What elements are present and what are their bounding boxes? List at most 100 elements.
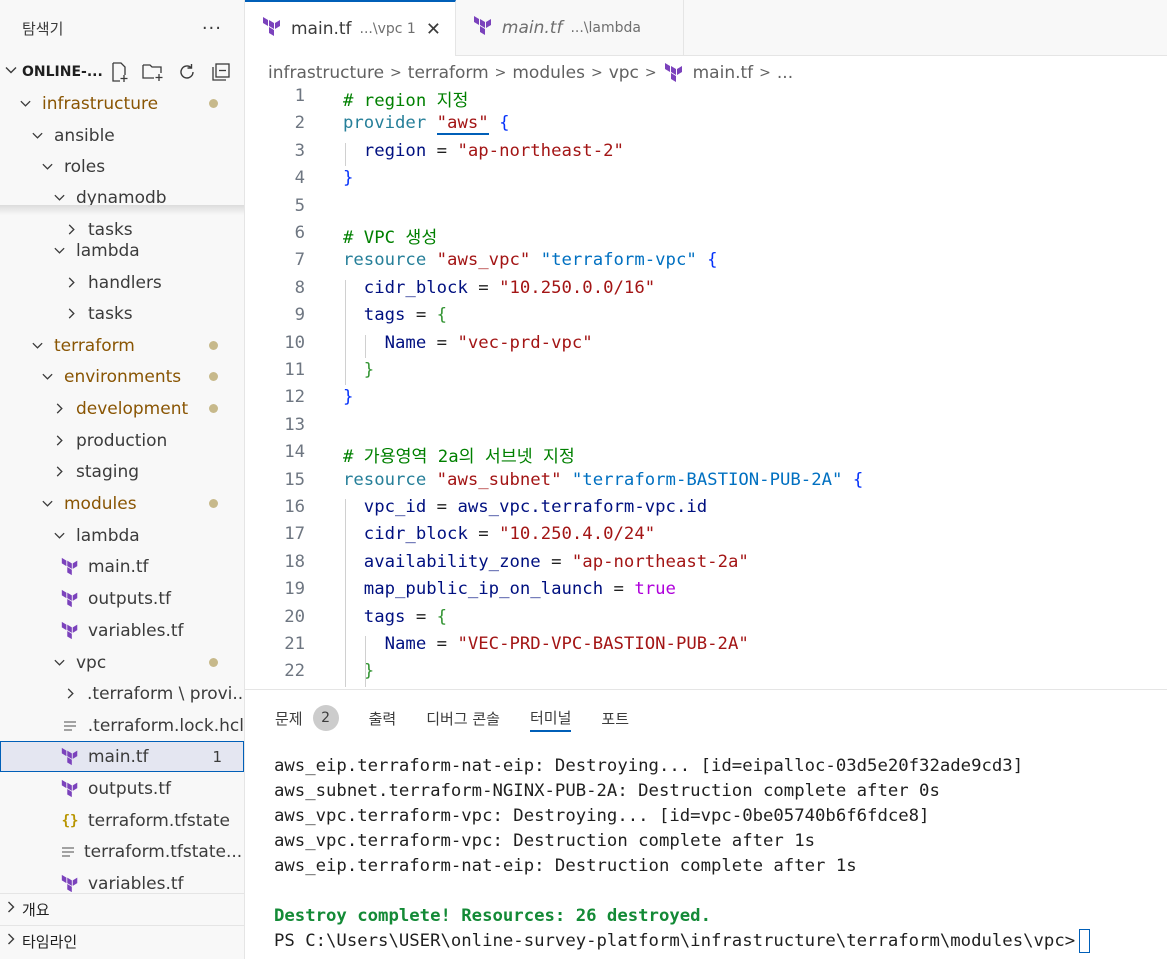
modified-indicator [209, 404, 218, 413]
code-line[interactable]: availability_zone = "ap-northeast-2a" [343, 552, 749, 572]
line-number: 9 [294, 305, 305, 326]
code-line[interactable]: vpc_id = aws_vpc.terraform-vpc.id [343, 497, 707, 517]
tab-main-tf-lambda[interactable]: main.tf ...\lambda [456, 0, 684, 56]
folder-item[interactable]: lambda [0, 520, 244, 551]
code-line[interactable]: } [343, 360, 374, 380]
folder-item[interactable]: ansible [0, 120, 244, 151]
folder-item[interactable]: development [0, 393, 244, 424]
folder-item[interactable]: production [0, 425, 244, 456]
new-file-icon[interactable] [106, 60, 132, 84]
code-token: resource [343, 469, 437, 490]
file-item[interactable]: outputs.tf [0, 773, 244, 804]
tab-output[interactable]: 출력 [369, 704, 397, 732]
code-line[interactable]: # region 지정 [343, 86, 468, 111]
code-line[interactable]: region = "ap-northeast-2" [343, 141, 624, 161]
breadcrumb-item[interactable]: modules [512, 63, 585, 83]
code-token: aws_vpc.terraform-vpc.id [457, 497, 708, 517]
code-line[interactable]: } [343, 387, 353, 407]
code-line[interactable]: } [343, 168, 353, 188]
more-actions-icon[interactable]: ··· [202, 18, 222, 39]
workspace-section-header[interactable]: ONLINE-... [0, 56, 244, 88]
item-label: modules [64, 493, 137, 514]
code-line[interactable]: # 가용영역 2a의 서브넷 지정 [343, 442, 575, 467]
line-number: 14 [284, 442, 305, 463]
file-item[interactable]: variables.tf [0, 615, 244, 646]
folder-item[interactable]: modules [0, 488, 244, 519]
breadcrumb-item[interactable]: terraform [408, 63, 489, 83]
file-item[interactable]: main.tf 1 [0, 741, 244, 772]
file-item[interactable]: outputs.tf [0, 583, 244, 614]
code-line[interactable]: } [343, 661, 374, 681]
code-line[interactable]: resource "aws_vpc" "terraform-vpc" { [343, 250, 718, 270]
file-item[interactable]: variables.tf [0, 868, 244, 892]
file-item[interactable]: .terraform.lock.hcl [0, 710, 244, 741]
code-line[interactable]: cidr_block = "10.250.0.0/16" [343, 278, 655, 298]
code-line[interactable]: tags = { [343, 607, 447, 627]
modified-indicator [209, 372, 218, 381]
code-line[interactable]: Name = "vec-prd-vpc" [343, 333, 593, 353]
code-line[interactable]: resource "aws_subnet" "terraform-BASTION… [343, 470, 863, 490]
explorer-title: 탐색기 [22, 19, 64, 38]
close-icon[interactable]: ✕ [426, 19, 441, 40]
code-token: true [634, 579, 676, 600]
problems-count-badge: 2 [312, 705, 339, 731]
tab-debug-console[interactable]: 디버그 콘솔 [426, 704, 500, 732]
code-line[interactable]: map_public_ip_on_launch = true [343, 579, 676, 599]
breadcrumb-item[interactable]: infrastructure [268, 63, 384, 83]
code-token: map_public_ip_on_launch [343, 579, 604, 600]
terminal-line: aws_vpc.terraform-vpc: Destroying... [id… [274, 804, 1090, 829]
code-token: { [852, 469, 864, 490]
code-token: "ap-northeast-2a" [571, 551, 749, 572]
file-item[interactable]: terraform.tfstate.... [0, 836, 244, 867]
folder-item[interactable]: staging [0, 456, 244, 487]
breadcrumb-item[interactable]: vpc [609, 63, 639, 83]
tab-terminal[interactable]: 터미널 [530, 704, 572, 732]
tab-ports[interactable]: 포트 [601, 704, 629, 732]
folder-item[interactable]: .terraform \ provi... [0, 678, 244, 709]
timeline-section[interactable]: 타임라인 [0, 925, 244, 956]
terminal-cursor[interactable] [1079, 929, 1091, 953]
code-token: = [467, 524, 500, 545]
tab-problems[interactable]: 문제 2 [275, 704, 339, 732]
terminal-line: aws_subnet.terraform-NGINX-PUB-2A: Destr… [274, 779, 1090, 804]
code-token: cidr_block [343, 524, 468, 545]
modified-indicator [209, 99, 218, 108]
line-number: 8 [294, 277, 305, 298]
folder-item[interactable]: vpc [0, 647, 244, 678]
breadcrumb-item[interactable]: main.tf [693, 63, 754, 83]
outline-section[interactable]: 개요 [0, 893, 244, 924]
collapse-all-icon[interactable] [208, 60, 234, 84]
code-editor[interactable]: 1 # region 지정 2 provider "aws" {3 region = … [245, 86, 1167, 690]
refresh-icon[interactable] [174, 60, 200, 84]
code-line[interactable]: # VPC 생성 [343, 223, 437, 248]
folder-item[interactable]: lambda [0, 235, 244, 266]
code-line[interactable]: provider "aws" { [343, 113, 509, 136]
code-line[interactable]: Name = "VEC-PRD-VPC-BASTION-PUB-2A" [343, 634, 749, 654]
code-line[interactable]: tags = { [343, 305, 447, 325]
indent-guide [345, 142, 346, 167]
terraform-icon [663, 62, 685, 84]
code-token: = [405, 305, 437, 326]
folder-item[interactable]: roles [0, 151, 244, 182]
item-label: vpc [76, 652, 107, 673]
tab-main-tf-vpc[interactable]: main.tf ...\vpc 1 ✕ [245, 0, 456, 56]
terminal-output[interactable]: aws_eip.terraform-nat-eip: Destroying...… [274, 754, 1091, 954]
breadcrumb-item[interactable]: ... [777, 63, 793, 83]
folder-item[interactable]: handlers [0, 267, 244, 298]
chevron-right-icon: > [590, 65, 603, 81]
item-label: lambda [76, 240, 140, 261]
folder-item[interactable]: infrastructure [0, 88, 244, 119]
code-token: resource [343, 250, 437, 271]
code-token: = [540, 551, 572, 572]
folder-item[interactable]: environments [0, 361, 244, 392]
folder-item[interactable]: tasks [0, 298, 244, 329]
file-item[interactable]: main.tf [0, 551, 244, 582]
code-token: provider [343, 113, 437, 134]
new-folder-icon[interactable] [140, 60, 166, 84]
file-item[interactable]: {} terraform.tfstate [0, 805, 244, 836]
code-token: = [603, 579, 635, 600]
folder-item[interactable]: terraform [0, 330, 244, 361]
tab-description: ...\lambda [570, 20, 641, 36]
code-line[interactable]: cidr_block = "10.250.4.0/24" [343, 524, 655, 544]
chevron-right-icon: > [644, 65, 657, 81]
